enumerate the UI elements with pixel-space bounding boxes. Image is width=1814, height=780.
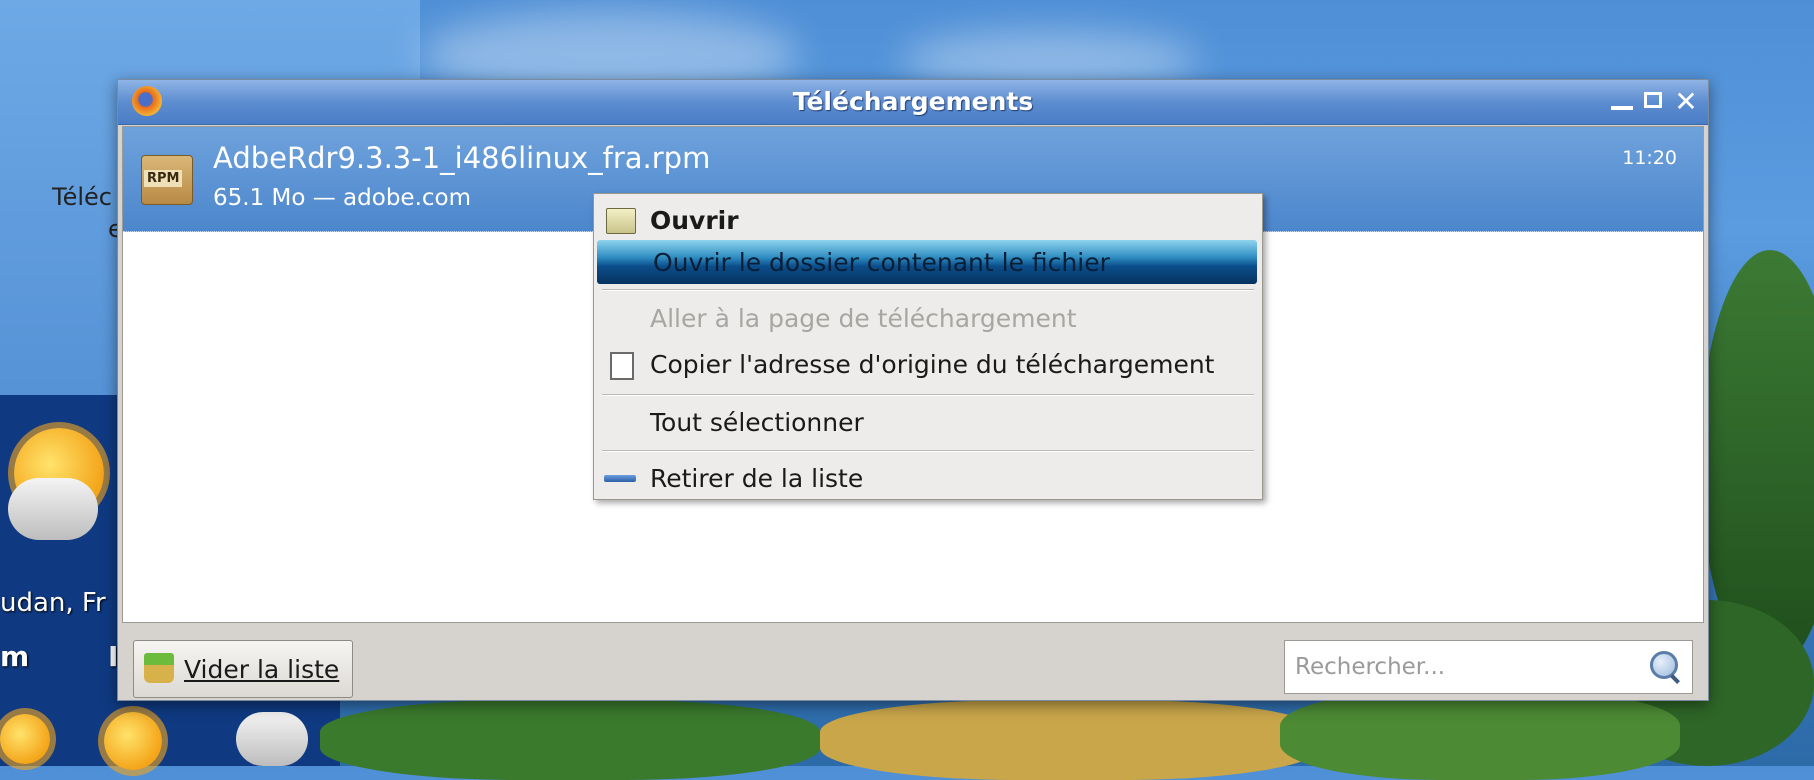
menu-item-label: Ouvrir <box>650 206 739 235</box>
weather-location: udan, Fr <box>0 588 106 618</box>
clear-list-button[interactable]: Vider la liste <box>133 640 353 698</box>
menu-separator <box>602 450 1254 452</box>
close-button[interactable]: ✕ <box>1672 88 1700 116</box>
cloud-icon <box>8 478 98 540</box>
palm-leaves <box>320 700 820 780</box>
menu-separator <box>602 394 1254 396</box>
rpm-package-icon: RPM <box>141 155 193 205</box>
copy-icon <box>604 348 634 380</box>
download-time: 11:20 <box>1622 147 1677 169</box>
menu-item-open-containing-folder[interactable]: Ouvrir le dossier contenant le fichier <box>597 240 1257 284</box>
menu-item-label: Aller à la page de téléchargement <box>650 304 1077 333</box>
menu-item-remove-from-list[interactable]: Retirer de la liste <box>594 456 1262 500</box>
menu-item-select-all[interactable]: Tout sélectionner <box>594 400 1262 444</box>
menu-item-label: Ouvrir le dossier contenant le fichier <box>653 248 1110 277</box>
sun-icon <box>104 712 162 770</box>
download-filename: AdbeRdr9.3.3-1_i486linux_fra.rpm <box>213 141 711 175</box>
search-box[interactable] <box>1284 640 1693 694</box>
clear-list-text: Vider la liste <box>184 655 340 684</box>
menu-item-copy-download-link[interactable]: Copier l'adresse d'origine du télécharge… <box>594 342 1262 386</box>
folder-icon <box>606 208 636 234</box>
menu-item-label: Tout sélectionner <box>650 408 864 437</box>
minimize-button[interactable] <box>1608 88 1636 116</box>
download-meta: 65.1 Mo — adobe.com <box>213 185 472 211</box>
bottom-toolbar: Vider la liste <box>118 625 1708 700</box>
weather-day-label: m <box>0 640 30 673</box>
palm-leaves <box>1280 690 1680 780</box>
context-menu: Ouvrir Ouvrir le dossier contenant le fi… <box>593 193 1263 500</box>
clear-list-label: Vider la liste <box>184 655 339 684</box>
cloud-icon <box>236 712 308 766</box>
remove-icon <box>604 475 636 482</box>
menu-item-label: Copier l'adresse d'origine du télécharge… <box>650 350 1215 379</box>
menu-separator <box>602 289 1254 291</box>
desktop-icon-label[interactable]: Téléc <box>52 183 112 211</box>
menu-item-open[interactable]: Ouvrir <box>594 198 1262 242</box>
search-input[interactable] <box>1293 647 1637 687</box>
search-icon[interactable] <box>1650 651 1678 679</box>
broom-icon <box>144 653 174 683</box>
window-title: Téléchargements <box>792 87 1034 116</box>
file-type-label: RPM <box>144 170 183 187</box>
title-bar[interactable]: Téléchargements ✕ <box>118 80 1708 125</box>
menu-item-label: Retirer de la liste <box>650 464 864 493</box>
palm-leaves <box>820 700 1320 780</box>
sun-icon <box>0 714 50 764</box>
maximize-button[interactable] <box>1640 88 1668 116</box>
menu-item-go-to-download-page[interactable]: Aller à la page de téléchargement <box>594 296 1262 340</box>
